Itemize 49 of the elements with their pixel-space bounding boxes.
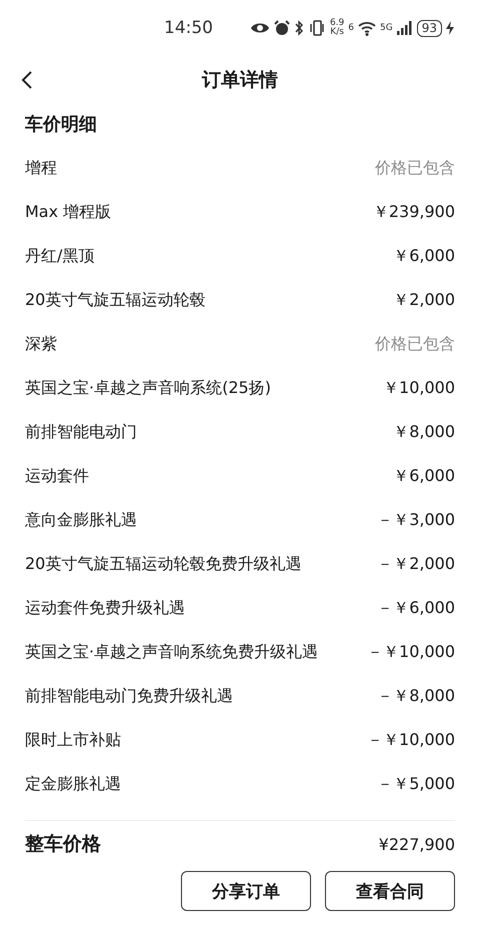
item-amount: －￥6,000 bbox=[377, 598, 455, 618]
item-label: 意向金膨胀礼遇 bbox=[25, 510, 137, 530]
speed-value: 6.9 bbox=[330, 19, 344, 28]
item-amount: 价格已包含 bbox=[375, 334, 455, 354]
total-label: 整车价格 bbox=[25, 832, 101, 857]
item-amount: ￥239,900 bbox=[372, 202, 455, 222]
item-amount: －￥10,000 bbox=[367, 730, 455, 750]
clock-time: 14:50 bbox=[164, 18, 213, 38]
item-label: 英国之宝·卓越之声音响系统免费升级礼遇 bbox=[25, 642, 318, 662]
vibrate-icon bbox=[308, 20, 326, 36]
item-label: 前排智能电动门免费升级礼遇 bbox=[25, 686, 233, 706]
wifi-icon bbox=[358, 20, 376, 36]
action-button[interactable]: 查看合同 bbox=[325, 871, 455, 911]
item-amount: ￥2,000 bbox=[393, 290, 455, 310]
item-label: 运动套件免费升级礼遇 bbox=[25, 598, 185, 618]
action-button[interactable]: 分享订单 bbox=[181, 871, 311, 911]
wifi-label: 6 bbox=[348, 23, 354, 33]
item-amount: 价格已包含 bbox=[375, 158, 455, 178]
item-label: 20英寸气旋五辐运动轮毂 bbox=[25, 290, 206, 310]
item-label: 限时上市补贴 bbox=[25, 730, 121, 750]
charging-icon bbox=[446, 21, 454, 35]
item-label: 增程 bbox=[25, 158, 57, 178]
signal-icon bbox=[396, 21, 413, 35]
item-label: 前排智能电动门 bbox=[25, 422, 137, 442]
item-label: 20英寸气旋五辐运动轮毂免费升级礼遇 bbox=[25, 554, 302, 574]
item-label: Max 增程版 bbox=[25, 202, 112, 222]
alarm-icon bbox=[274, 20, 290, 36]
item-amount: －￥5,000 bbox=[377, 774, 455, 794]
speed-unit: K/s bbox=[330, 28, 344, 37]
item-label: 丹红/黑顶 bbox=[25, 246, 94, 266]
total-price: ¥227,900 bbox=[378, 834, 455, 854]
eye-icon bbox=[250, 21, 270, 35]
page-title: 订单详情 bbox=[202, 68, 278, 93]
item-amount: －￥3,000 bbox=[377, 510, 455, 530]
item-label: 深紫 bbox=[25, 334, 57, 354]
item-amount: －￥2,000 bbox=[377, 554, 455, 574]
section-title: 车价明细 bbox=[25, 113, 98, 137]
bluetooth-icon bbox=[294, 20, 304, 36]
battery-level: 93 bbox=[416, 20, 442, 36]
item-label: 定金膨胀礼遇 bbox=[25, 774, 121, 794]
network-label: 5G bbox=[380, 23, 393, 33]
item-amount: ￥8,000 bbox=[393, 422, 455, 442]
item-amount: －￥10,000 bbox=[367, 642, 455, 662]
item-amount: ￥10,000 bbox=[383, 378, 455, 398]
item-amount: ￥6,000 bbox=[393, 466, 455, 486]
item-amount: －￥8,000 bbox=[377, 686, 455, 706]
item-amount: ￥6,000 bbox=[393, 246, 455, 266]
item-label: 英国之宝·卓越之声音响系统(25扬) bbox=[25, 378, 271, 398]
item-label: 运动套件 bbox=[25, 466, 89, 486]
